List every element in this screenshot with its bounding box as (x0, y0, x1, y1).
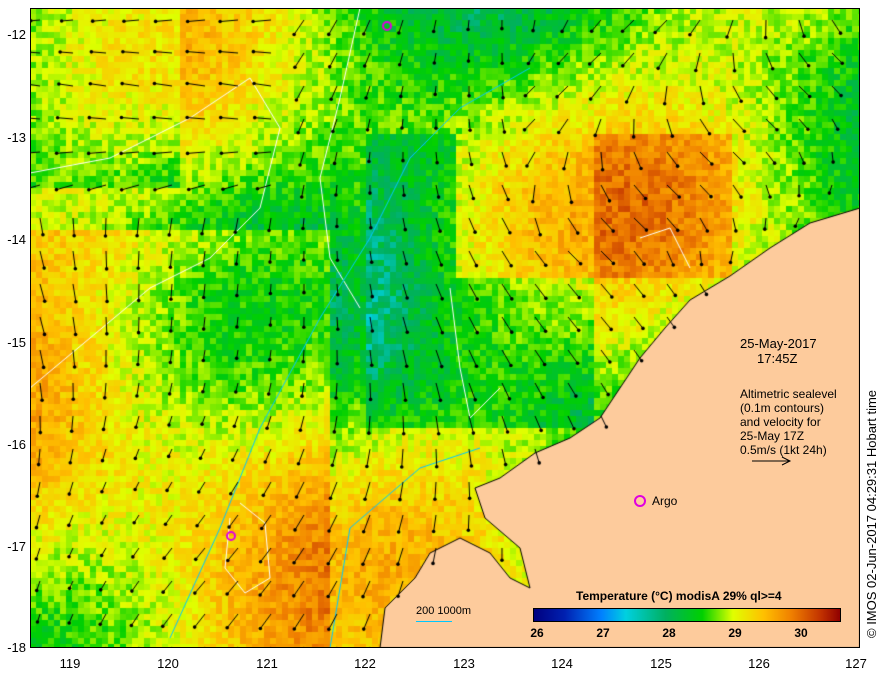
altimetry-line: (0.1m contours) (740, 401, 825, 415)
colorbar-tick: 27 (596, 626, 610, 640)
colorbar-tick: 28 (662, 626, 676, 640)
y-tick: -12 (7, 27, 26, 42)
y-tick: -15 (7, 335, 26, 350)
altimetry-line: Altimetric sealevel (740, 387, 837, 401)
colorbar-tick: 26 (530, 626, 544, 640)
y-tick: -18 (7, 640, 26, 655)
colorbar-title: Temperature (°C) modisA 29% ql>=4 (576, 589, 782, 603)
x-tick: 121 (256, 656, 278, 671)
date-label: 25-May-2017 (740, 336, 817, 351)
x-tick: 124 (551, 656, 573, 671)
y-tick: -13 (7, 130, 26, 145)
colorbar-tick: 30 (794, 626, 808, 640)
argo-label: Argo (652, 494, 678, 508)
x-tick: 126 (748, 656, 770, 671)
y-tick: -16 (7, 437, 26, 452)
x-tick: 123 (453, 656, 475, 671)
colorbar-tick: 29 (728, 626, 742, 640)
sst-map-figure: 119 120 121 122 123 124 125 126 127 -12 … (0, 0, 880, 680)
altimetry-line: 25-May 17Z (740, 429, 805, 443)
temperature-colorbar (533, 608, 841, 622)
altimetry-line: and velocity for (740, 415, 821, 429)
isobath-scale-line (416, 621, 452, 622)
argo-marker-icon (634, 495, 646, 507)
y-tick: -14 (7, 232, 26, 247)
x-tick: 122 (354, 656, 376, 671)
time-label: 17:45Z (757, 351, 798, 366)
credit-text: © IMOS 02-Jun-2017 04:29:31 Hobart time (864, 389, 879, 638)
x-tick: 125 (650, 656, 672, 671)
y-tick: -17 (7, 539, 26, 554)
map-frame (30, 8, 860, 648)
x-tick: 120 (157, 656, 179, 671)
x-tick: 127 (845, 656, 867, 671)
isobath-scale-label: 200 1000m (416, 605, 472, 617)
velocity-scale-arrow-icon (752, 456, 792, 466)
x-tick: 119 (59, 656, 81, 671)
